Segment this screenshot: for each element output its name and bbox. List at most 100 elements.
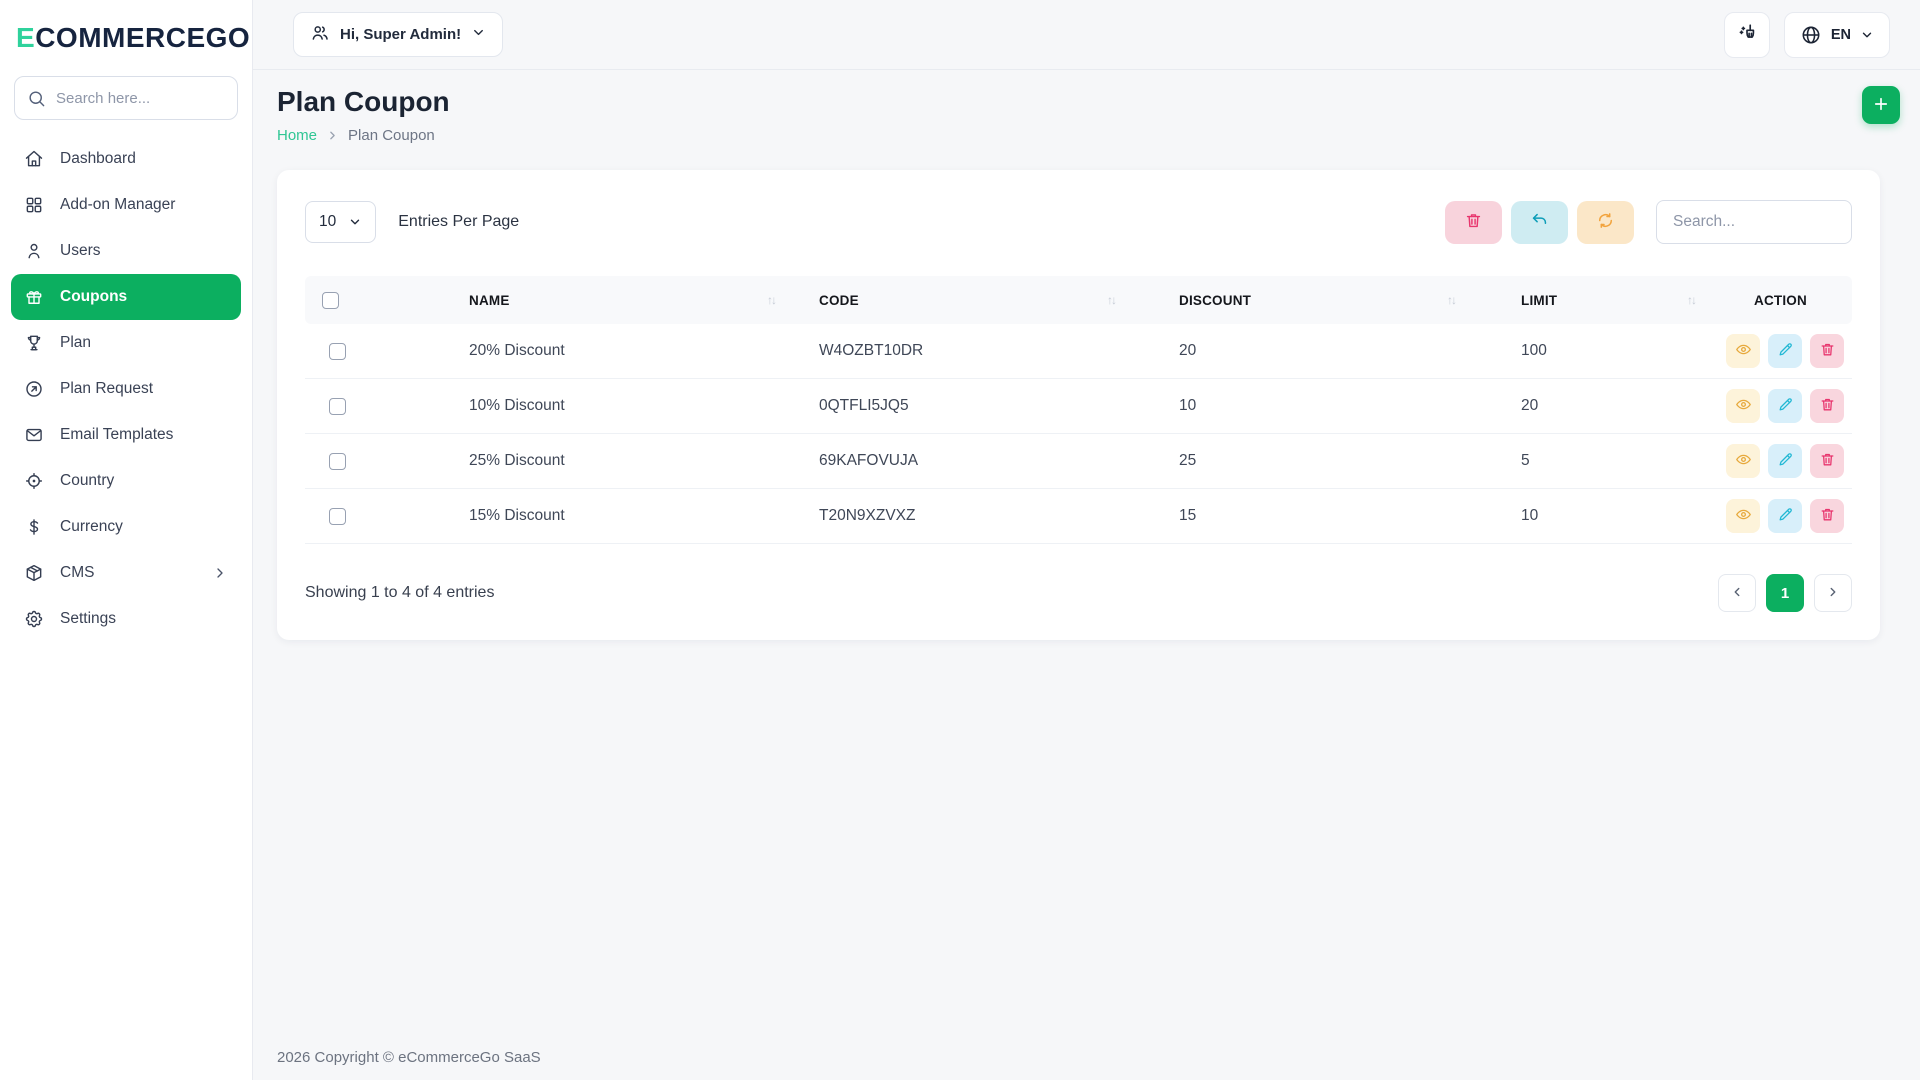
- coupon-name: 20% Discount: [369, 342, 789, 360]
- bulk-delete-button[interactable]: [1445, 201, 1502, 244]
- coupon-name: 15% Discount: [369, 507, 789, 525]
- sidebar-item-currency[interactable]: Currency: [11, 504, 241, 550]
- coupon-code: 0QTFLI5JQ5: [789, 397, 1129, 415]
- row-checkbox[interactable]: [329, 508, 346, 525]
- eye-icon: [1735, 451, 1752, 471]
- topbar: Hi, Super Admin! EN: [253, 0, 1920, 70]
- sort-icon[interactable]: ↑↓: [1447, 293, 1455, 307]
- chevron-right-icon: [326, 129, 339, 142]
- search-icon: [27, 89, 46, 108]
- user-icon: [24, 241, 44, 261]
- previous-page-button[interactable]: [1718, 574, 1756, 612]
- column-header-name[interactable]: NAME: [469, 293, 510, 308]
- sidebar-item-addon-manager[interactable]: Add-on Manager: [11, 182, 241, 228]
- view-button[interactable]: [1726, 499, 1760, 533]
- sidebar: ECOMMERCEGO Dashboard Add-on Manager Use…: [0, 0, 253, 1080]
- page-number-button[interactable]: 1: [1766, 574, 1804, 612]
- pencil-icon: [1777, 396, 1794, 416]
- chevron-right-icon: [1826, 585, 1840, 602]
- trash-icon: [1819, 506, 1836, 526]
- dollar-icon: [24, 517, 44, 537]
- page-header: Plan Coupon Home Plan Coupon: [253, 70, 1920, 144]
- crosshair-icon: [24, 471, 44, 491]
- trash-icon: [1819, 396, 1836, 416]
- sidebar-item-email-templates[interactable]: Email Templates: [11, 412, 241, 458]
- plus-icon: [1872, 95, 1890, 116]
- coupon-limit: 5: [1469, 452, 1709, 470]
- sidebar-item-plan[interactable]: Plan: [11, 320, 241, 366]
- sidebar-item-country[interactable]: Country: [11, 458, 241, 504]
- brand-logo-accent: E: [16, 22, 35, 53]
- page-title: Plan Coupon: [277, 86, 1896, 118]
- refresh-button[interactable]: [1577, 201, 1634, 244]
- sidebar-search-input[interactable]: [56, 90, 225, 107]
- profile-dropdown-button[interactable]: Hi, Super Admin!: [293, 12, 503, 57]
- bulk-restore-button[interactable]: [1511, 201, 1568, 244]
- coupon-discount: 10: [1129, 397, 1469, 415]
- sidebar-item-plan-request[interactable]: Plan Request: [11, 366, 241, 412]
- refresh-icon: [1596, 211, 1615, 233]
- edit-button[interactable]: [1768, 444, 1802, 478]
- sidebar-item-coupons[interactable]: Coupons: [11, 274, 241, 320]
- sidebar-item-users[interactable]: Users: [11, 228, 241, 274]
- column-header-code[interactable]: CODE: [819, 293, 859, 308]
- language-selector[interactable]: EN: [1784, 12, 1890, 58]
- column-header-discount[interactable]: DISCOUNT: [1179, 293, 1251, 308]
- table-row: 15% Discount T20N9XZVXZ 15 10: [305, 489, 1852, 544]
- clear-cache-button[interactable]: [1724, 12, 1770, 58]
- users-icon: [310, 23, 330, 47]
- sidebar-item-cms[interactable]: CMS: [11, 550, 241, 596]
- sidebar-item-dashboard[interactable]: Dashboard: [11, 136, 241, 182]
- view-button[interactable]: [1726, 444, 1760, 478]
- gift-icon: [24, 287, 44, 307]
- grid-icon: [24, 195, 44, 215]
- bulk-actions: [1445, 200, 1852, 244]
- coupon-table: NAME↑↓ CODE↑↓ DISCOUNT↑↓ LIMIT↑↓ ACTION …: [305, 276, 1852, 544]
- trophy-icon: [24, 333, 44, 353]
- coupon-name: 25% Discount: [369, 452, 789, 470]
- delete-button[interactable]: [1810, 444, 1844, 478]
- coupon-limit: 10: [1469, 507, 1709, 525]
- coupon-limit: 100: [1469, 342, 1709, 360]
- add-coupon-button[interactable]: [1862, 86, 1900, 124]
- column-header-limit[interactable]: LIMIT: [1521, 293, 1557, 308]
- chevron-down-icon: [348, 215, 362, 229]
- app-window: ECOMMERCEGO Dashboard Add-on Manager Use…: [0, 0, 1920, 1080]
- trash-icon: [1464, 211, 1483, 233]
- coupon-limit: 20: [1469, 397, 1709, 415]
- language-label: EN: [1831, 27, 1851, 43]
- sort-icon[interactable]: ↑↓: [767, 293, 775, 307]
- entries-per-page-select[interactable]: 10: [305, 201, 376, 243]
- pencil-icon: [1777, 341, 1794, 361]
- undo-arrow-icon: [1530, 211, 1549, 233]
- next-page-button[interactable]: [1814, 574, 1852, 612]
- row-checkbox[interactable]: [329, 343, 346, 360]
- view-button[interactable]: [1726, 334, 1760, 368]
- delete-button[interactable]: [1810, 499, 1844, 533]
- table-row: 20% Discount W4OZBT10DR 20 100: [305, 324, 1852, 379]
- arrow-up-right-circle-icon: [24, 379, 44, 399]
- edit-button[interactable]: [1768, 334, 1802, 368]
- table-controls: 10 Entries Per Page: [305, 200, 1852, 244]
- delete-button[interactable]: [1810, 334, 1844, 368]
- select-all-checkbox[interactable]: [322, 292, 339, 309]
- delete-button[interactable]: [1810, 389, 1844, 423]
- breadcrumb-home-link[interactable]: Home: [277, 127, 317, 144]
- edit-button[interactable]: [1768, 389, 1802, 423]
- topbar-right: EN: [1724, 12, 1890, 58]
- sort-icon[interactable]: ↑↓: [1107, 293, 1115, 307]
- mail-icon: [24, 425, 44, 445]
- table-search-input[interactable]: [1656, 200, 1852, 244]
- sort-icon[interactable]: ↑↓: [1687, 293, 1695, 307]
- row-checkbox[interactable]: [329, 398, 346, 415]
- column-header-action: ACTION: [1754, 293, 1807, 308]
- edit-button[interactable]: [1768, 499, 1802, 533]
- coupon-discount: 15: [1129, 507, 1469, 525]
- row-checkbox[interactable]: [329, 453, 346, 470]
- brand-logo[interactable]: ECOMMERCEGO: [0, 0, 252, 68]
- pencil-icon: [1777, 451, 1794, 471]
- sidebar-item-label: Dashboard: [60, 150, 136, 168]
- view-button[interactable]: [1726, 389, 1760, 423]
- sidebar-item-settings[interactable]: Settings: [11, 596, 241, 642]
- chevron-down-icon: [471, 25, 486, 44]
